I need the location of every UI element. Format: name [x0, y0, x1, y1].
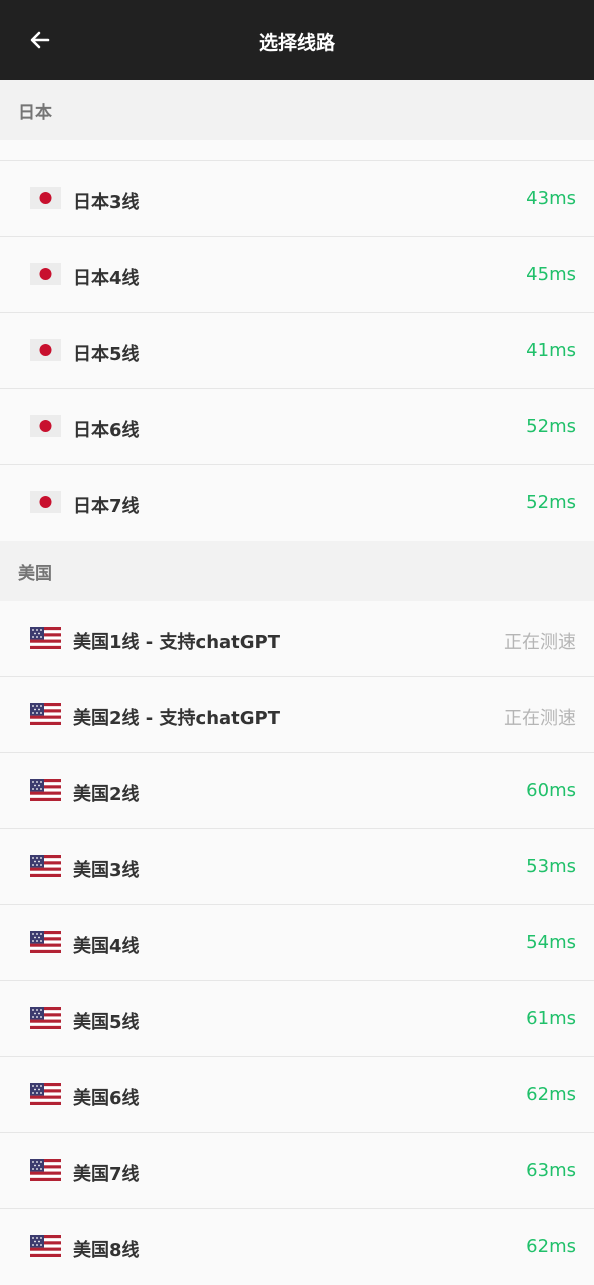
route-label: 美国5线	[73, 1012, 140, 1033]
route-list: 日本 日本3线 43ms 日本4线 45ms 日本5线 41ms 日本6线 52…	[0, 80, 594, 1285]
app-bar: 选择线路	[0, 0, 594, 80]
route-row[interactable]: 日本3线 43ms	[0, 161, 594, 237]
route-label: 美国4线	[73, 936, 140, 957]
route-label: 日本7线	[73, 496, 140, 517]
route-label: 美国1线 - 支持chatGPT	[73, 632, 281, 653]
japan-flag-icon	[30, 187, 61, 209]
latency-value: 62ms	[526, 1236, 576, 1257]
latency-value: 52ms	[526, 492, 576, 513]
section-header-usa: 美国	[0, 541, 594, 601]
route-row[interactable]: 美国2线 60ms	[0, 753, 594, 829]
japan-flag-icon	[30, 339, 61, 361]
usa-flag-icon	[30, 1159, 61, 1181]
route-row[interactable]: 美国3线 53ms	[0, 829, 594, 905]
japan-flag-icon	[30, 415, 61, 437]
latency-value: 60ms	[526, 780, 576, 801]
route-label: 美国6线	[73, 1088, 140, 1109]
latency-value: 52ms	[526, 416, 576, 437]
latency-value: 45ms	[526, 264, 576, 285]
usa-flag-icon	[30, 703, 61, 725]
route-row[interactable]: 美国5线 61ms	[0, 981, 594, 1057]
usa-flag-icon	[30, 1235, 61, 1257]
route-row[interactable]: 日本6线 52ms	[0, 389, 594, 465]
route-label: 日本4线	[73, 268, 140, 289]
route-row[interactable]: 美国1线 - 支持chatGPT 正在测速	[0, 601, 594, 677]
route-row[interactable]: 日本5线 41ms	[0, 313, 594, 389]
usa-flag-icon	[30, 1083, 61, 1105]
latency-testing-text: 正在测速	[504, 708, 576, 729]
route-row[interactable]: 美国8线 62ms	[0, 1209, 594, 1285]
japan-flag-icon	[30, 491, 61, 513]
route-label: 日本5线	[73, 344, 140, 365]
page-title: 选择线路	[258, 32, 335, 54]
route-row[interactable]: 美国2线 - 支持chatGPT 正在测速	[0, 677, 594, 753]
route-row[interactable]: 日本7线 52ms	[0, 465, 594, 541]
route-row[interactable]: 美国4线 54ms	[0, 905, 594, 981]
latency-value: 63ms	[526, 1160, 576, 1181]
usa-flag-icon	[30, 1007, 61, 1029]
route-label: 日本3线	[73, 192, 140, 213]
latency-value: 61ms	[526, 1008, 576, 1029]
route-label: 美国8线	[73, 1240, 140, 1261]
latency-testing-text: 正在测速	[504, 632, 576, 653]
route-row[interactable]: 日本4线 45ms	[0, 237, 594, 313]
route-label: 美国7线	[73, 1164, 140, 1185]
latency-value: 41ms	[526, 340, 576, 361]
usa-flag-icon	[30, 855, 61, 877]
usa-flag-icon	[30, 779, 61, 801]
route-row[interactable]: 美国7线 63ms	[0, 1133, 594, 1209]
route-label: 美国2线	[73, 784, 140, 805]
section-header-japan: 日本	[0, 80, 594, 140]
latency-value: 54ms	[526, 932, 576, 953]
route-label: 美国3线	[73, 860, 140, 881]
divider	[0, 140, 594, 161]
route-row[interactable]: 美国6线 62ms	[0, 1057, 594, 1133]
route-label: 日本6线	[73, 420, 140, 441]
latency-value: 53ms	[526, 856, 576, 877]
latency-value: 62ms	[526, 1084, 576, 1105]
usa-flag-icon	[30, 931, 61, 953]
latency-value: 43ms	[526, 188, 576, 209]
route-label: 美国2线 - 支持chatGPT	[73, 708, 281, 729]
usa-flag-icon	[30, 627, 61, 649]
japan-flag-icon	[30, 263, 61, 285]
